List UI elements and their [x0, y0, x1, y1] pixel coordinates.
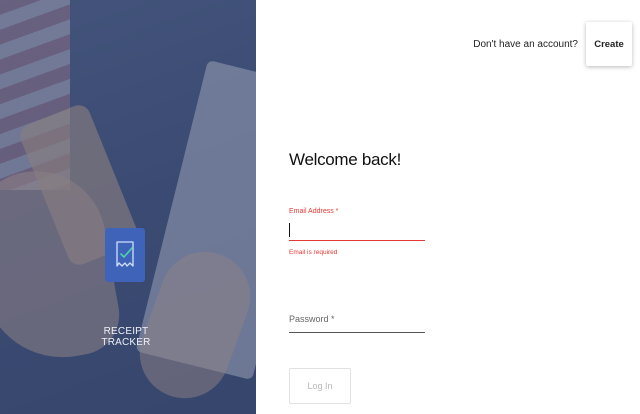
page-title: Welcome back! — [289, 150, 401, 169]
email-field-group: Email Address * Email is required — [289, 208, 425, 256]
app-logo-tile — [105, 228, 145, 282]
hero-overlay — [0, 0, 256, 414]
no-account-text: Don't have an account? — [473, 38, 578, 50]
app-name: RECEIPT TRACKER — [101, 326, 151, 348]
create-account-button[interactable]: Create — [586, 22, 632, 66]
receipt-check-icon — [116, 241, 134, 267]
login-button[interactable]: Log In — [289, 368, 351, 404]
password-field-group: Password * — [289, 312, 425, 333]
password-placeholder: Password * — [289, 314, 335, 324]
text-caret — [289, 223, 290, 237]
email-field[interactable] — [289, 220, 425, 241]
password-field[interactable]: Password * — [289, 312, 425, 333]
hero-panel: RECEIPT TRACKER — [0, 0, 256, 414]
email-label: Email Address * — [289, 208, 339, 215]
account-prompt-bar: Don't have an account? Create — [473, 22, 632, 66]
email-error-message: Email is required — [289, 249, 338, 256]
